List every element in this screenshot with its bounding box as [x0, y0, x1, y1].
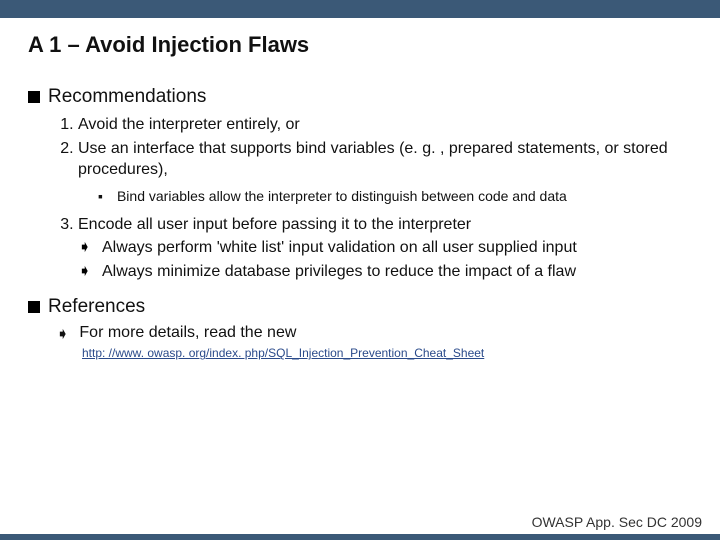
list-item: Encode all user input before passing it … — [78, 214, 692, 236]
arrow-icon: ➧ — [78, 237, 92, 259]
square-bullet-icon: ▪ — [98, 187, 103, 206]
square-bullet-icon — [28, 91, 40, 103]
section-references: References ➧ For more details, read the … — [28, 296, 692, 360]
section-header: Recommendations — [28, 86, 692, 108]
reference-link[interactable]: http: //www. owasp. org/index. php/SQL_I… — [82, 346, 692, 360]
section-heading: Recommendations — [48, 86, 206, 108]
reference-lead: ➧ For more details, read the new — [56, 324, 692, 344]
slide-title: A 1 – Avoid Injection Flaws — [28, 32, 692, 58]
list-item: ▪ Bind variables allow the interpreter t… — [98, 187, 692, 206]
sub-bullet-list: ▪ Bind variables allow the interpreter t… — [98, 187, 692, 206]
arrow-icon: ➧ — [78, 261, 92, 283]
bottom-accent-bar — [0, 534, 720, 540]
list-item: ➧ Always perform 'white list' input vali… — [78, 237, 692, 259]
numbered-list: Avoid the interpreter entirely, or Use a… — [78, 114, 692, 181]
list-item: ➧ For more details, read the new — [56, 324, 692, 344]
numbered-list-continued: Encode all user input before passing it … — [78, 214, 692, 236]
footer-text: OWASP App. Sec DC 2009 — [532, 514, 702, 530]
section-heading: References — [48, 296, 145, 318]
list-item-text: For more details, read the new — [79, 324, 296, 344]
list-item: Use an interface that supports bind vari… — [78, 138, 692, 181]
square-bullet-icon — [28, 301, 40, 313]
arrow-icon: ➧ — [56, 324, 69, 344]
list-item-text: Always perform 'white list' input valida… — [102, 237, 577, 259]
list-item: ➧ Always minimize database privileges to… — [78, 261, 692, 283]
list-item-text: Bind variables allow the interpreter to … — [117, 187, 567, 206]
top-accent-bar — [0, 0, 720, 18]
section-header: References — [28, 296, 692, 318]
list-item-text: Always minimize database privileges to r… — [102, 261, 576, 283]
arrow-bullet-list: ➧ Always perform 'white list' input vali… — [78, 237, 692, 282]
slide-content: A 1 – Avoid Injection Flaws Recommendati… — [0, 18, 720, 360]
list-item: Avoid the interpreter entirely, or — [78, 114, 692, 136]
section-recommendations: Recommendations Avoid the interpreter en… — [28, 86, 692, 282]
